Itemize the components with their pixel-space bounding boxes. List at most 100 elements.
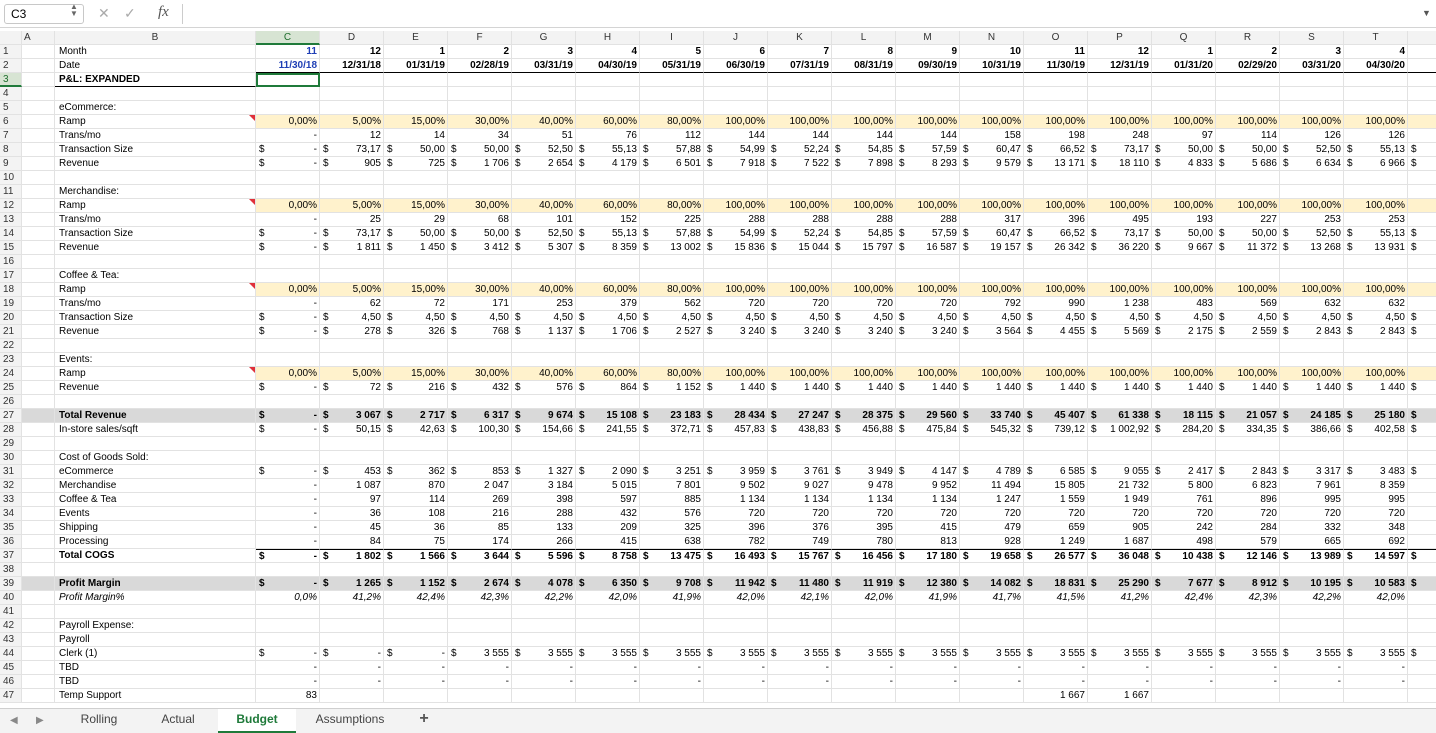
cell-d11[interactable] bbox=[320, 185, 384, 199]
cell-n21[interactable]: 3 564 $ bbox=[960, 325, 1024, 339]
cell-h31[interactable]: 2 090 $ bbox=[576, 465, 640, 479]
cell-f45[interactable]: - bbox=[448, 661, 512, 675]
cell-r33[interactable]: 896 bbox=[1216, 493, 1280, 507]
cell-s29[interactable] bbox=[1280, 437, 1344, 451]
cell-s14[interactable]: 52,50 $ bbox=[1280, 227, 1344, 241]
row-header-18[interactable]: 18 bbox=[0, 283, 22, 297]
cell-g47[interactable] bbox=[512, 689, 576, 703]
cell-i1[interactable]: 5 bbox=[640, 45, 704, 59]
cell-k8[interactable]: 52,24 $ bbox=[768, 143, 832, 157]
cell-a29[interactable] bbox=[22, 437, 55, 451]
cell-d38[interactable] bbox=[320, 563, 384, 577]
cell-q30[interactable] bbox=[1152, 451, 1216, 465]
cell-u28[interactable]: 465,8$ bbox=[1408, 423, 1436, 437]
cell-s47[interactable] bbox=[1280, 689, 1344, 703]
cell-r40[interactable]: 42,3% bbox=[1216, 591, 1280, 605]
cell-s32[interactable]: 7 961 bbox=[1280, 479, 1344, 493]
cell-o5[interactable] bbox=[1024, 101, 1088, 115]
cell-c32[interactable]: - bbox=[256, 479, 320, 493]
cell-p5[interactable] bbox=[1088, 101, 1152, 115]
cell-u5[interactable] bbox=[1408, 101, 1436, 115]
cell-h44[interactable]: 3 555 $ bbox=[576, 647, 640, 661]
cell-d14[interactable]: 73,17 $ bbox=[320, 227, 384, 241]
cell-n31[interactable]: 4 789 $ bbox=[960, 465, 1024, 479]
cell-s23[interactable] bbox=[1280, 353, 1344, 367]
cell-q13[interactable]: 193 bbox=[1152, 213, 1216, 227]
cell-a40[interactable] bbox=[22, 591, 55, 605]
cell-j36[interactable]: 782 bbox=[704, 535, 768, 549]
cell-r28[interactable]: 334,35 $ bbox=[1216, 423, 1280, 437]
cell-f36[interactable]: 174 bbox=[448, 535, 512, 549]
cell-p37[interactable]: 36 048 $ bbox=[1088, 549, 1152, 563]
cell-s19[interactable]: 632 bbox=[1280, 297, 1344, 311]
cell-c21[interactable]: - $ bbox=[256, 325, 320, 339]
cell-e25[interactable]: 216 $ bbox=[384, 381, 448, 395]
cell-a35[interactable] bbox=[22, 521, 55, 535]
cell-h20[interactable]: 4,50 $ bbox=[576, 311, 640, 325]
function-icon[interactable]: fx bbox=[158, 4, 169, 21]
row-header-4[interactable]: 4 bbox=[0, 87, 22, 101]
cell-m9[interactable]: 8 293 $ bbox=[896, 157, 960, 171]
cell-k22[interactable] bbox=[768, 339, 832, 353]
cell-f13[interactable]: 68 bbox=[448, 213, 512, 227]
cell-m28[interactable]: 475,84 $ bbox=[896, 423, 960, 437]
cell-k30[interactable] bbox=[768, 451, 832, 465]
cell-n47[interactable] bbox=[960, 689, 1024, 703]
cell-g7[interactable]: 51 bbox=[512, 129, 576, 143]
cell-t47[interactable] bbox=[1344, 689, 1408, 703]
cell-n24[interactable]: 100,00% bbox=[960, 367, 1024, 381]
cell-s11[interactable] bbox=[1280, 185, 1344, 199]
cell-r20[interactable]: 4,50 $ bbox=[1216, 311, 1280, 325]
cell-n33[interactable]: 1 247 bbox=[960, 493, 1024, 507]
cell-e45[interactable]: - bbox=[384, 661, 448, 675]
next-sheet-icon[interactable]: ▶ bbox=[36, 715, 44, 726]
cell-q19[interactable]: 483 bbox=[1152, 297, 1216, 311]
cell-s13[interactable]: 253 bbox=[1280, 213, 1344, 227]
cell-n9[interactable]: 9 579 $ bbox=[960, 157, 1024, 171]
cell-h21[interactable]: 1 706 $ bbox=[576, 325, 640, 339]
cell-s26[interactable] bbox=[1280, 395, 1344, 409]
cell-a14[interactable] bbox=[22, 227, 55, 241]
row-header-22[interactable]: 22 bbox=[0, 339, 22, 353]
cell-k47[interactable] bbox=[768, 689, 832, 703]
cell-m23[interactable] bbox=[896, 353, 960, 367]
cell-i11[interactable] bbox=[640, 185, 704, 199]
cell-o22[interactable] bbox=[1024, 339, 1088, 353]
cell-i40[interactable]: 41,9% bbox=[640, 591, 704, 605]
cell-a12[interactable] bbox=[22, 199, 55, 213]
cell-a3[interactable] bbox=[22, 73, 55, 87]
cell-i10[interactable] bbox=[640, 171, 704, 185]
row-label[interactable]: Ramp bbox=[55, 115, 256, 129]
cell-c7[interactable]: - bbox=[256, 129, 320, 143]
cell-m25[interactable]: 1 440 $ bbox=[896, 381, 960, 395]
row-label[interactable]: Total Revenue bbox=[55, 409, 256, 423]
cell-l16[interactable] bbox=[832, 255, 896, 269]
cell-l28[interactable]: 456,88 $ bbox=[832, 423, 896, 437]
cell-p6[interactable]: 100,00% bbox=[1088, 115, 1152, 129]
cell-k9[interactable]: 7 522 $ bbox=[768, 157, 832, 171]
cell-r23[interactable] bbox=[1216, 353, 1280, 367]
cell-a38[interactable] bbox=[22, 563, 55, 577]
cell-u20[interactable]: 4,5$ bbox=[1408, 311, 1436, 325]
cell-d15[interactable]: 1 811 $ bbox=[320, 241, 384, 255]
cell-d16[interactable] bbox=[320, 255, 384, 269]
column-header-t[interactable]: T bbox=[1344, 31, 1408, 45]
cell-q33[interactable]: 761 bbox=[1152, 493, 1216, 507]
cell-k15[interactable]: 15 044 $ bbox=[768, 241, 832, 255]
cell-r1[interactable]: 2 bbox=[1216, 45, 1280, 59]
row-label[interactable]: eCommerce bbox=[55, 465, 256, 479]
cell-l40[interactable]: 42,0% bbox=[832, 591, 896, 605]
cell-k21[interactable]: 3 240 $ bbox=[768, 325, 832, 339]
column-header-m[interactable]: M bbox=[896, 31, 960, 45]
cell-g35[interactable]: 133 bbox=[512, 521, 576, 535]
cell-d41[interactable] bbox=[320, 605, 384, 619]
cell-e27[interactable]: 2 717 $ bbox=[384, 409, 448, 423]
cell-o13[interactable]: 396 bbox=[1024, 213, 1088, 227]
cell-k10[interactable] bbox=[768, 171, 832, 185]
cell-r18[interactable]: 100,00% bbox=[1216, 283, 1280, 297]
row-header-41[interactable]: 41 bbox=[0, 605, 22, 619]
cell-j30[interactable] bbox=[704, 451, 768, 465]
row-header-8[interactable]: 8 bbox=[0, 143, 22, 157]
cell-l31[interactable]: 3 949 $ bbox=[832, 465, 896, 479]
cell-o19[interactable]: 990 bbox=[1024, 297, 1088, 311]
